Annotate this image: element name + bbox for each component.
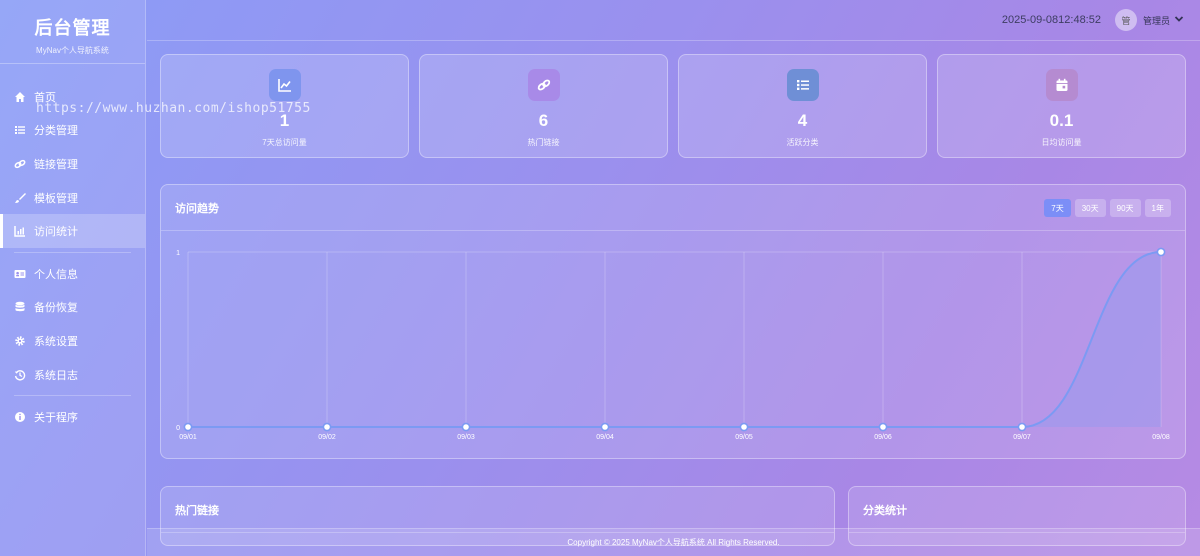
history-icon (14, 369, 26, 381)
sidebar-item-templates[interactable]: 模板管理 (0, 181, 145, 215)
stat-label: 日均访问量 (1041, 138, 1082, 147)
gear-icon (14, 335, 26, 347)
stat-card-total-visits: 1 7天总访问量 (160, 54, 409, 158)
trend-chart: 0 1 09/01 09/02 09/03 09/04 09/05 09/06 09/07 09/… (176, 247, 1170, 441)
sidebar-item-label: 模板管理 (34, 192, 78, 205)
chevron-down-icon (1174, 14, 1184, 26)
category-stats-title: 分类统计 (849, 487, 1185, 533)
x-tick-label: 09/04 (596, 434, 614, 441)
list-icon (14, 124, 26, 136)
user-name: 管理员 (1142, 15, 1170, 26)
database-icon (14, 301, 26, 313)
link-icon (527, 69, 560, 101)
stat-value: 1 (279, 111, 290, 130)
hot-links-title: 热门链接 (161, 487, 834, 533)
x-tick-label: 09/06 (874, 434, 892, 441)
sidebar-item-backup[interactable]: 备份恢复 (0, 291, 145, 325)
data-point (322, 422, 332, 432)
x-tick-label: 09/08 (1152, 434, 1170, 441)
brand-subtitle: MyNav个人导航系统 (36, 46, 109, 55)
calendar-icon (1045, 69, 1078, 101)
id-card-icon (14, 268, 26, 280)
sidebar-item-label: 链接管理 (34, 158, 78, 171)
home-icon (14, 91, 26, 103)
menu-divider (14, 395, 131, 397)
data-point (183, 422, 193, 432)
series-line (188, 251, 1162, 429)
stat-value: 4 (797, 111, 808, 130)
list-icon (786, 69, 819, 101)
data-point (739, 422, 749, 432)
data-point (600, 422, 610, 432)
series-area (188, 252, 1161, 427)
stat-card-hot-links: 6 热门链接 (419, 54, 668, 158)
sidebar-item-label: 分类管理 (34, 125, 78, 138)
stat-value: 6 (538, 111, 549, 130)
x-tick-label: 09/02 (318, 434, 336, 441)
info-icon (14, 411, 26, 423)
brush-icon (14, 192, 26, 204)
sidebar-item-stats[interactable]: 访问统计 (0, 214, 145, 248)
user-menu[interactable]: 管 管理员 (1114, 9, 1184, 31)
range-button-1y[interactable]: 1年 (1144, 199, 1171, 217)
data-point (1156, 247, 1166, 257)
stat-label: 热门链接 (527, 138, 560, 147)
brand-title: 后台管理 (34, 18, 111, 38)
data-point (878, 422, 888, 432)
chart-line-icon (268, 69, 301, 101)
trend-title: 访问趋势 (161, 185, 1185, 231)
range-button-30d[interactable]: 30天 (1074, 199, 1106, 217)
stat-card-active-categories: 4 活跃分类 (678, 54, 927, 158)
datetime: 2025-09-0812:48:52 (1001, 14, 1101, 26)
trend-panel: 访问趋势 7天 30天 90天 1年 0 1 09/01 09/02 09/03 09/0… (160, 184, 1186, 459)
sidebar-item-label: 系统日志 (34, 369, 78, 382)
y-tick-label: 0 (176, 425, 180, 432)
sidebar-item-logs[interactable]: 系统日志 (0, 358, 145, 392)
sidebar-item-settings[interactable]: 系统设置 (0, 324, 145, 358)
x-tick-label: 09/05 (735, 434, 753, 441)
sidebar: 后台管理 MyNav个人导航系统 首页 分类管理 链接管理 模板管理 访问统计 … (0, 0, 146, 556)
stat-value: 0.1 (1049, 111, 1074, 130)
avatar: 管 (1114, 9, 1137, 31)
x-tick-label: 09/07 (1013, 434, 1031, 441)
sidebar-item-label: 关于程序 (34, 412, 78, 425)
link-icon (14, 158, 26, 170)
sidebar-item-label: 备份恢复 (34, 302, 78, 315)
data-point (461, 422, 471, 432)
stat-card-daily-average: 0.1 日均访问量 (937, 54, 1186, 158)
x-tick-label: 09/03 (457, 434, 475, 441)
stat-label: 7天总访问量 (262, 138, 307, 147)
sidebar-item-categories[interactable]: 分类管理 (0, 114, 145, 148)
data-point (1017, 422, 1027, 432)
chart-icon (14, 225, 26, 237)
sidebar-item-links[interactable]: 链接管理 (0, 147, 145, 181)
range-selector: 7天 30天 90天 1年 (1044, 199, 1171, 217)
y-tick-label: 1 (176, 250, 180, 257)
sidebar-item-label: 个人信息 (34, 268, 78, 281)
footer: Copyright © 2025 MyNav个人导航系统 All Rights … (147, 528, 1200, 556)
range-button-7d[interactable]: 7天 (1044, 199, 1071, 217)
topbar: 2025-09-0812:48:52 管 管理员 (147, 0, 1200, 41)
sidebar-item-profile[interactable]: 个人信息 (0, 257, 145, 291)
menu-divider (14, 251, 131, 253)
sidebar-item-about[interactable]: 关于程序 (0, 400, 145, 434)
sidebar-item-label: 访问统计 (34, 226, 78, 239)
sidebar-item-label: 系统设置 (34, 335, 78, 348)
copyright-text: Copyright © 2025 MyNav个人导航系统 All Rights … (567, 538, 780, 547)
sidebar-menu: 首页 分类管理 链接管理 模板管理 访问统计 个人信息 备份恢复 系统设置 系统… (0, 64, 145, 434)
x-tick-label: 09/01 (179, 434, 197, 441)
range-button-90d[interactable]: 90天 (1109, 199, 1141, 217)
stat-label: 活跃分类 (786, 138, 819, 147)
brand: 后台管理 MyNav个人导航系统 (0, 0, 145, 64)
